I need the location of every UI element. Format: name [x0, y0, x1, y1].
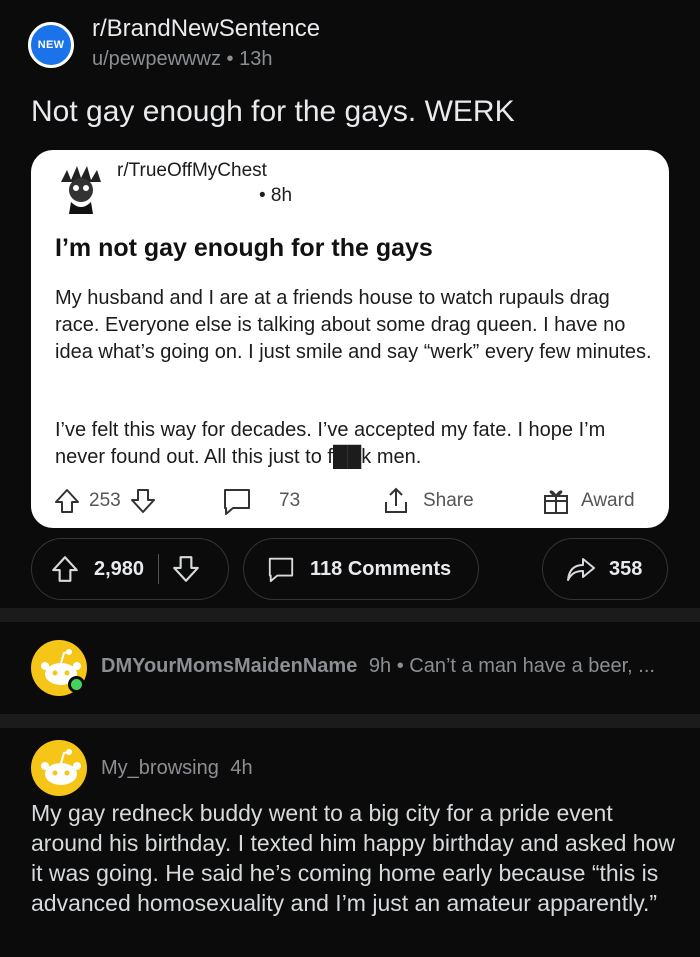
comment-preview: • Can’t a man have a beer, ...	[396, 655, 655, 677]
post: NEW r/BrandNewSentence u/pewpewwwz • 13h…	[0, 0, 700, 608]
vote-divider	[158, 554, 160, 584]
downvote-icon[interactable]	[171, 554, 201, 584]
embedded-vote: 253	[53, 483, 157, 519]
comment-header: DMYourMomsMaidenName 9h • Can’t a man ha…	[101, 655, 655, 678]
embedded-share-label: Share	[423, 490, 474, 511]
comment-age: 9h	[368, 655, 392, 677]
embedded-comments: 73	[221, 483, 300, 519]
comment-icon	[268, 557, 294, 583]
avatar[interactable]	[31, 740, 87, 796]
comment-age: 4h	[230, 757, 253, 779]
comments-button[interactable]: 118 Comments	[243, 538, 479, 600]
comment-username[interactable]: DMYourMomsMaidenName	[101, 655, 357, 677]
vote-bar: 2,980	[31, 538, 229, 600]
community-avatar	[53, 162, 109, 218]
embedded-title: I’m not gay enough for the gays	[55, 234, 433, 262]
online-indicator	[68, 676, 85, 693]
embedded-paragraph: I’ve felt this way for decades. I’ve acc…	[55, 419, 606, 468]
upvote-icon[interactable]	[50, 554, 80, 584]
upvote-count: 2,980	[94, 557, 145, 580]
post-age: 13h	[239, 48, 273, 70]
embedded-award: Award	[541, 483, 635, 519]
section-divider	[0, 608, 700, 622]
embedded-vote-count: 253	[89, 490, 121, 511]
embedded-award-label: Award	[581, 490, 635, 511]
share-button[interactable]: 358	[542, 538, 668, 600]
embedded-comment-count: 73	[279, 490, 301, 511]
share-arrow-icon	[567, 558, 595, 581]
embedded-age: • 8h	[259, 185, 293, 206]
comment-header: My_browsing 4h	[101, 757, 253, 780]
share-count: 358	[609, 557, 643, 580]
section-divider	[0, 714, 700, 728]
embedded-paragraph: My husband and I are at a friends house …	[55, 287, 652, 363]
downvote-icon	[130, 489, 155, 513]
new-badge-icon[interactable]: NEW	[28, 22, 74, 68]
comment-icon	[224, 489, 250, 515]
comment-username[interactable]: My_browsing	[101, 757, 219, 779]
post-title[interactable]: Not gay enough for the gays. WERK	[31, 95, 515, 129]
comment-body: My gay redneck buddy went to a big city …	[31, 800, 675, 916]
subreddit-name[interactable]: r/BrandNewSentence	[92, 15, 320, 43]
comments-label: 118 Comments	[310, 557, 452, 580]
embedded-subreddit: r/TrueOffMyChest	[117, 160, 267, 181]
embedded-action-bar: 253 73 Share Award	[31, 483, 669, 519]
comment-collapsed[interactable]: DMYourMomsMaidenName 9h • Can’t a man ha…	[0, 622, 700, 714]
post-meta: u/pewpewwwz • 13h	[92, 48, 272, 71]
comment: My_browsing 4h My gay redneck buddy went…	[0, 728, 700, 957]
new-badge-label: NEW	[37, 39, 65, 51]
award-icon	[544, 490, 568, 514]
meta-separator: •	[226, 48, 240, 70]
embedded-post-image[interactable]: r/TrueOffMyChest • 8h I’m not gay enough…	[31, 150, 669, 528]
post-author[interactable]: u/pewpewwwz	[92, 48, 221, 70]
embedded-share: Share	[381, 483, 474, 519]
upvote-icon	[55, 489, 79, 513]
share-icon	[385, 487, 407, 513]
